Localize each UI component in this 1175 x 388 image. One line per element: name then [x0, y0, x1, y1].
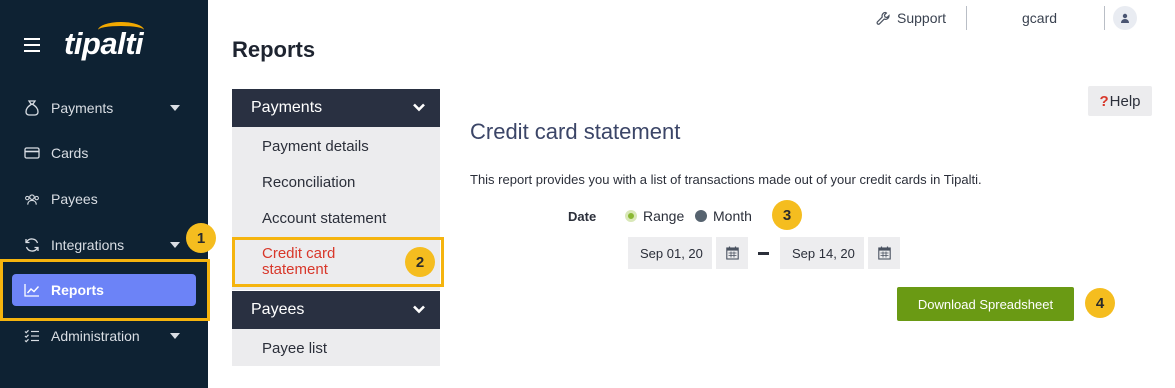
- username[interactable]: gcard: [1022, 10, 1057, 26]
- sidebar-item-label: Administration: [51, 328, 140, 344]
- menu-item-account-statement[interactable]: Account statement: [262, 210, 386, 227]
- menu-section-payments[interactable]: Payments: [232, 89, 440, 127]
- support-label: Support: [897, 10, 947, 26]
- callout-badge-3: 3: [772, 200, 802, 230]
- menu-section-payees[interactable]: Payees: [232, 291, 440, 329]
- logo-arc: [98, 22, 144, 38]
- question-mark-icon: ?: [1099, 92, 1109, 110]
- radio-range[interactable]: Range: [625, 208, 684, 224]
- user-icon: [1121, 13, 1129, 23]
- chevron-down-icon: [413, 305, 425, 314]
- radio-label: Range: [643, 208, 685, 224]
- callout-badge-1: 1: [186, 223, 216, 253]
- people-icon: [24, 191, 40, 207]
- page: tipalti Payments Cards Payees Integratio…: [0, 0, 1175, 388]
- radio-month[interactable]: Month: [695, 208, 752, 224]
- sidebar-item-integrations[interactable]: Integrations: [12, 229, 196, 261]
- sidebar-item-label: Payees: [51, 191, 98, 207]
- menu-item-payment-details[interactable]: Payment details: [262, 138, 369, 155]
- date-range-separator: [758, 252, 769, 255]
- sidebar-item-label: Integrations: [51, 237, 125, 253]
- sidebar: tipalti Payments Cards Payees Integratio…: [0, 0, 208, 388]
- report-title: Credit card statement: [470, 119, 681, 144]
- end-date-calendar-button[interactable]: [866, 237, 900, 269]
- sidebar-item-label: Payments: [51, 100, 114, 116]
- hamburger-menu-icon[interactable]: [24, 38, 40, 52]
- callout-highlight-reports: [0, 259, 210, 321]
- callout-badge-2: 2: [405, 247, 435, 277]
- download-spreadsheet-button[interactable]: Download Spreadsheet: [897, 287, 1074, 321]
- sidebar-item-payments[interactable]: Payments: [12, 92, 196, 124]
- chevron-down-icon: [413, 103, 425, 112]
- start-date-input[interactable]: Sep 01, 20: [628, 237, 712, 269]
- card-icon: [24, 145, 40, 161]
- radio-selected-icon: [625, 210, 637, 222]
- menu-item-payee-list[interactable]: Payee list: [262, 340, 327, 357]
- radio-label: Month: [713, 208, 752, 224]
- money-bag-icon: [24, 100, 40, 116]
- end-date-input[interactable]: Sep 14, 20: [780, 237, 864, 269]
- sidebar-item-administration[interactable]: Administration: [12, 320, 196, 352]
- start-date-calendar-button[interactable]: [714, 237, 748, 269]
- payees-report-list: Payee list: [232, 329, 440, 366]
- chevron-down-icon: [170, 242, 180, 248]
- sidebar-item-cards[interactable]: Cards: [12, 137, 196, 169]
- topbar-divider: [1104, 6, 1105, 30]
- menu-section-label: Payments: [251, 99, 323, 116]
- calendar-icon: [877, 246, 891, 260]
- avatar[interactable]: [1113, 6, 1137, 30]
- menu-section-label: Payees: [251, 301, 305, 318]
- date-label: Date: [568, 209, 597, 224]
- chevron-down-icon: [170, 105, 180, 111]
- radio-unselected-icon: [695, 210, 707, 222]
- menu-item-reconciliation[interactable]: Reconciliation: [262, 174, 355, 191]
- callout-badge-4: 4: [1085, 288, 1115, 318]
- topbar-divider: [966, 6, 967, 30]
- page-title: Reports: [232, 37, 316, 62]
- sidebar-item-payees[interactable]: Payees: [12, 183, 196, 215]
- support-link[interactable]: Support: [876, 10, 946, 26]
- sync-icon: [24, 237, 40, 253]
- sidebar-item-label: Cards: [51, 145, 89, 161]
- help-label: Help: [1109, 92, 1141, 110]
- calendar-icon: [725, 246, 739, 260]
- chevron-down-icon: [170, 333, 180, 339]
- wrench-icon: [876, 11, 890, 25]
- checklist-icon: [24, 328, 40, 344]
- report-description: This report provides you with a list of …: [470, 172, 982, 187]
- help-button[interactable]: ? Help: [1088, 86, 1152, 116]
